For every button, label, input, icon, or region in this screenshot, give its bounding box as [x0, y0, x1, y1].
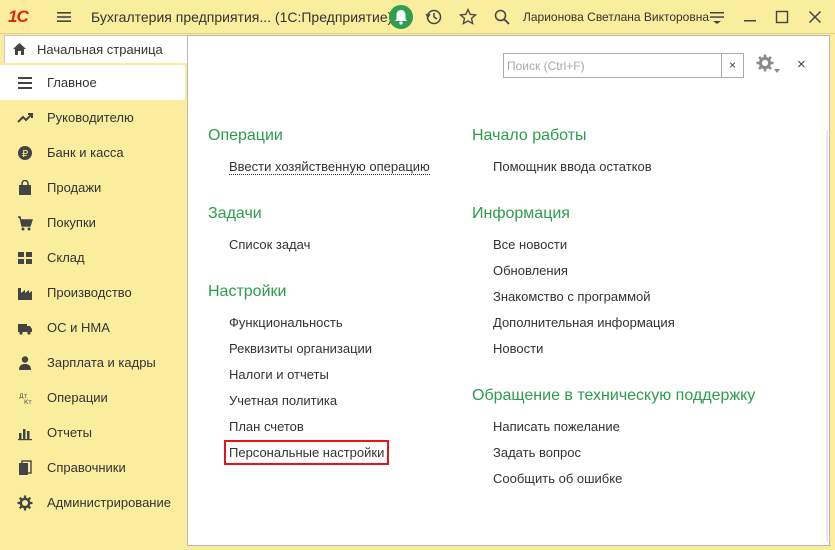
sidebar-item-label: Отчеты	[47, 425, 92, 440]
link-accounting-policy[interactable]: Учетная политика	[229, 393, 337, 408]
scrollbar[interactable]	[826, 131, 828, 541]
sidebar-item-salary[interactable]: Зарплата и кадры	[0, 345, 185, 380]
link-write-suggestion[interactable]: Написать пожелание	[493, 419, 620, 434]
close-window-icon[interactable]	[806, 8, 824, 26]
sidebar-item-reports[interactable]: Отчеты	[0, 415, 185, 450]
clear-search-button[interactable]: ×	[721, 54, 743, 77]
sidebar-item-label: ОС и НМА	[47, 320, 110, 335]
grid-icon	[18, 252, 32, 264]
history-icon[interactable]	[425, 8, 443, 26]
bar-chart-icon	[18, 429, 32, 441]
ruble-icon: ₽	[18, 146, 32, 160]
sidebar-item-warehouse[interactable]: Склад	[0, 240, 185, 275]
sidebar-item-assets[interactable]: ОС и НМА	[0, 310, 185, 345]
sidebar-item-label: Руководителю	[47, 110, 134, 125]
section-title-information: Информация	[472, 205, 570, 222]
sidebar-item-administration[interactable]: Администрирование	[0, 485, 185, 520]
trend-icon	[17, 113, 33, 123]
section-title-tasks: Задачи	[208, 205, 262, 222]
sidebar-item-label: Склад	[47, 250, 85, 265]
sidebar-item-label: Покупки	[47, 215, 96, 230]
search-icon[interactable]	[493, 8, 511, 26]
search-box: ×	[503, 53, 744, 78]
link-ask-question[interactable]: Задать вопрос	[493, 445, 581, 460]
link-task-list[interactable]: Список задач	[229, 237, 310, 252]
person-icon	[19, 356, 31, 370]
svg-text:Кт: Кт	[24, 399, 32, 406]
sidebar-item-label: Продажи	[47, 180, 102, 195]
section-title-getting-started: Начало работы	[472, 127, 587, 144]
books-icon	[19, 460, 32, 475]
sidebar-item-purchases[interactable]: Покупки	[0, 205, 185, 240]
sidebar-item-label: Банк и касса	[47, 145, 124, 160]
link-chart-of-accounts[interactable]: План счетов	[229, 419, 304, 434]
favorites-star-icon[interactable]	[459, 8, 477, 26]
close-form-button[interactable]: ×	[797, 56, 806, 73]
title-bar: 1С Бухгалтерия предприятия... (1С:Предпр…	[0, 0, 835, 34]
cart-icon	[18, 216, 33, 231]
maximize-icon[interactable]	[773, 8, 791, 26]
link-taxes-and-reports[interactable]: Налоги и отчеты	[229, 367, 329, 382]
sidebar-item-directories[interactable]: Справочники	[0, 450, 185, 485]
current-user-name[interactable]: Ларионова Светлана Викторовна	[523, 10, 709, 24]
main-menu-icon[interactable]	[56, 9, 72, 25]
sidebar-item-label: Администрирование	[47, 495, 171, 510]
tab-label: Начальная страница	[37, 42, 163, 57]
link-enter-business-operation[interactable]: Ввести хозяйственную операцию	[229, 159, 430, 175]
link-additional-information[interactable]: Дополнительная информация	[493, 315, 675, 330]
factory-icon	[18, 288, 32, 300]
minimize-icon[interactable]	[741, 8, 759, 26]
sidebar-item-label: Производство	[47, 285, 132, 300]
link-personal-settings[interactable]: Персональные настройки	[223, 440, 390, 465]
window-title: Бухгалтерия предприятия... (1С:Предприят…	[91, 9, 393, 25]
link-news[interactable]: Новости	[493, 341, 543, 356]
sidebar-item-manager[interactable]: Руководителю	[0, 100, 185, 135]
app-logo: 1С	[8, 7, 29, 26]
search-input[interactable]	[504, 54, 722, 77]
menu-lines-icon	[18, 77, 32, 89]
shopping-bag-icon	[19, 180, 31, 195]
settings-menu-icon[interactable]	[708, 8, 726, 26]
sidebar-item-main[interactable]: Главное	[0, 65, 185, 100]
link-balance-entry-assistant[interactable]: Помощник ввода остатков	[493, 159, 652, 174]
section-title-tech-support: Обращение в техническую поддержку	[472, 387, 756, 404]
sidebar-item-label: Главное	[47, 75, 97, 90]
gear-icon	[17, 495, 33, 511]
sidebar-item-label: Зарплата и кадры	[47, 355, 156, 370]
sidebar-item-label: Операции	[47, 390, 108, 405]
notifications-bell-icon[interactable]	[389, 5, 413, 29]
sidebar-item-production[interactable]: Производство	[0, 275, 185, 310]
sidebar-item-operations[interactable]: Дт Кт Операции	[0, 380, 185, 415]
link-report-error[interactable]: Сообщить об ошибке	[493, 471, 622, 486]
sidebar-item-sales[interactable]: Продажи	[0, 170, 185, 205]
svg-text:₽: ₽	[22, 149, 29, 160]
section-title-operations: Операции	[208, 127, 283, 144]
link-organization-details[interactable]: Реквизиты организации	[229, 341, 372, 356]
section-title-settings: Настройки	[208, 283, 287, 300]
sidebar-item-bank[interactable]: ₽ Банк и касса	[0, 135, 185, 170]
home-icon	[13, 43, 26, 55]
dt-kt-icon: Дт Кт	[19, 393, 32, 406]
truck-icon	[18, 324, 32, 335]
sidebar-item-label: Справочники	[47, 460, 126, 475]
form-settings-gear-icon[interactable]	[755, 53, 781, 75]
link-program-introduction[interactable]: Знакомство с программой	[493, 289, 651, 304]
tab-home-page[interactable]: Начальная страница	[4, 35, 188, 63]
link-all-news[interactable]: Все новости	[493, 237, 567, 252]
home-page-content: × × Операции Ввести хозяйственную операц…	[187, 35, 830, 546]
link-functionality[interactable]: Функциональность	[229, 315, 343, 330]
sections-panel: Главное Руководителю ₽ Банк и касса Прод…	[0, 64, 185, 550]
link-updates[interactable]: Обновления	[493, 263, 568, 278]
